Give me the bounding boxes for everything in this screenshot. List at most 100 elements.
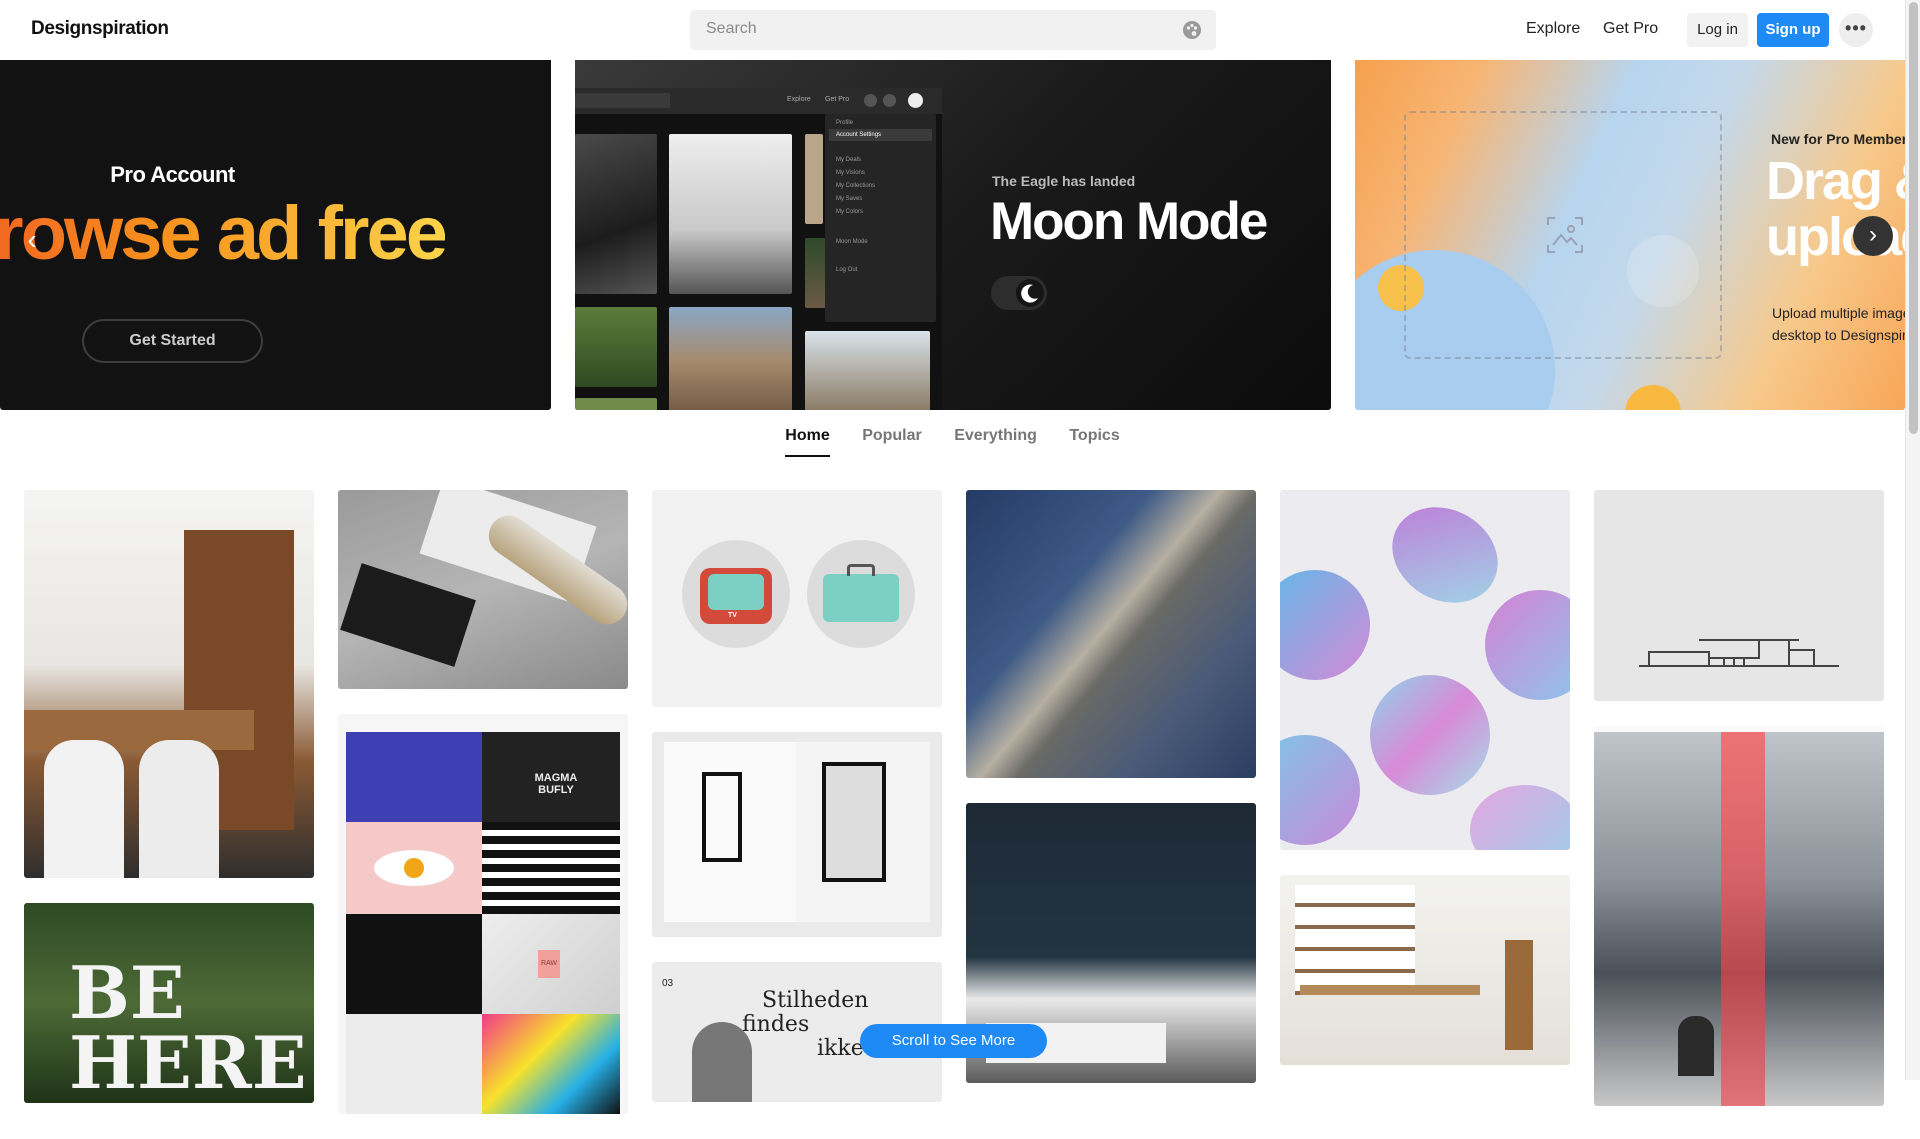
image-card[interactable]: MAGMA BUFLY RAW <box>338 714 628 1114</box>
preview-plus-icon <box>883 94 896 107</box>
preview-thumbnail <box>575 307 657 387</box>
dark-tile <box>346 914 482 1014</box>
image-card[interactable] <box>1594 726 1884 1106</box>
slide-description: Upload multiple images from your desktop… <box>1772 302 1905 346</box>
card-shape <box>340 563 476 667</box>
search-placeholder: Search <box>706 20 757 37</box>
image-card[interactable]: BE HERE <box>24 903 314 1103</box>
frame-shape <box>822 762 886 882</box>
preview-more-icon <box>864 94 877 107</box>
frame-shape <box>702 772 742 862</box>
image-card[interactable] <box>338 490 628 689</box>
more-options-button[interactable]: ••• <box>1839 13 1873 47</box>
tv-illustration: TV <box>682 540 790 648</box>
macaron-shape <box>1280 570 1370 680</box>
colorful-tile <box>482 1014 620 1114</box>
page-scrollbar[interactable] <box>1905 0 1920 1080</box>
grid-column: BE HERE <box>24 490 314 1128</box>
scrollbar-thumb[interactable] <box>1909 2 1918 434</box>
image-upload-icon <box>1547 217 1583 253</box>
slide-description-line: Upload multiple images from your <box>1772 305 1905 321</box>
tab-home[interactable]: Home <box>785 427 830 457</box>
suitcase-body <box>823 574 899 622</box>
search-input[interactable]: Search <box>690 10 1216 50</box>
macaron-shape <box>1470 785 1570 850</box>
tv-screen <box>708 574 764 610</box>
preview-menu-item: Moon Mode <box>836 239 868 245</box>
pink-tile <box>346 822 482 914</box>
macaron-shape <box>1485 590 1570 700</box>
preview-link: Explore <box>787 96 811 103</box>
grid-column <box>1594 490 1884 1131</box>
moon-mode-preview: Explore Get Pro Profile Account Settings… <box>575 88 942 410</box>
preview-thumbnail <box>575 134 657 294</box>
slide-title: Pro Account <box>110 162 235 187</box>
light-tile <box>346 1014 482 1114</box>
preview-menu-item: My Collections <box>836 183 876 189</box>
bookshelf-shape <box>1295 885 1415 995</box>
sculpture-shape <box>1505 940 1533 1050</box>
magazine-number: 03 <box>662 978 674 989</box>
signup-button[interactable]: Sign up <box>1757 13 1829 47</box>
preview-menu-item: My Saves <box>836 196 863 202</box>
slide-kicker: The Eagle has landed <box>992 173 1136 189</box>
preview-thumbnail <box>669 307 792 410</box>
grid-column <box>1280 490 1570 1090</box>
suitcase-handle <box>847 564 875 576</box>
image-card[interactable]: TV <box>652 490 942 707</box>
preview-thumbnail <box>805 331 930 410</box>
nav-get-pro[interactable]: Get Pro <box>1603 20 1658 38</box>
macaron-shape <box>1370 675 1490 795</box>
preview-menu-item: Profile <box>836 120 854 126</box>
image-card[interactable] <box>24 490 314 878</box>
desk-shape <box>1300 985 1480 995</box>
preview-dropdown-menu: Profile Account Settings My Deals My Vis… <box>825 114 936 322</box>
preview-link: Get Pro <box>825 96 850 103</box>
preview-menu-item: Account Settings <box>829 129 932 141</box>
get-started-button[interactable]: Get Started <box>82 319 263 363</box>
top-navbar: Designspiration Search Explore Get Pro L… <box>0 0 1905 60</box>
nav-explore[interactable]: Explore <box>1526 20 1580 38</box>
grid-column: MAGMA BUFLY RAW <box>338 490 628 1139</box>
slide-title: Moon Mode <box>990 192 1268 251</box>
suitcase-illustration <box>807 540 915 648</box>
tab-topics[interactable]: Topics <box>1069 427 1119 455</box>
chair-shape <box>139 740 219 878</box>
red-stripe <box>1721 732 1765 1106</box>
color-palette-icon[interactable] <box>1182 20 1202 40</box>
black-tile: MAGMA BUFLY <box>482 732 620 822</box>
portrait-shape <box>692 1022 752 1102</box>
image-card[interactable] <box>966 490 1256 778</box>
image-card[interactable] <box>652 732 942 937</box>
magazine-title: Stilheden <box>762 988 869 1013</box>
login-button[interactable]: Log in <box>1687 13 1748 47</box>
preview-search <box>575 93 670 108</box>
carousel-next-button[interactable]: › <box>1853 216 1893 256</box>
carousel-prev-button[interactable]: ‹ <box>14 223 50 259</box>
scroll-to-see-more-button[interactable]: Scroll to See More <box>860 1024 1047 1058</box>
house-illustration <box>1639 639 1839 667</box>
preview-thumbnail <box>805 134 823 224</box>
moon-icon <box>1016 279 1044 307</box>
logo[interactable]: Designspiration <box>31 18 169 40</box>
carousel-slide-moon-mode[interactable]: Explore Get Pro Profile Account Settings… <box>575 60 1331 410</box>
blue-cards-tile <box>346 732 482 822</box>
slide-headline: Browse ad free <box>0 190 448 277</box>
preview-menu-item: My Deals <box>836 157 862 163</box>
image-card[interactable] <box>1280 490 1570 850</box>
image-card[interactable] <box>1594 490 1884 701</box>
moon-mode-toggle[interactable] <box>991 276 1047 310</box>
tab-popular[interactable]: Popular <box>862 427 922 455</box>
yolk-shape <box>404 858 424 878</box>
preview-thumbnail <box>669 134 792 294</box>
slide-kicker: New for Pro Members <box>1771 131 1905 147</box>
grid-column <box>966 490 1256 1108</box>
carousel-slide-pro-account[interactable]: Pro Account Browse ad free Get Started <box>0 60 551 410</box>
image-card[interactable] <box>1280 875 1570 1065</box>
preview-menu-item: Log Out <box>836 267 858 273</box>
magazine-title: ikke <box>817 1036 864 1061</box>
preview-menu-item: My Colors <box>836 209 864 215</box>
tab-everything[interactable]: Everything <box>954 427 1037 455</box>
slide-title-line: Drag & <box>1766 151 1905 211</box>
carousel-slide-drag-upload[interactable]: New for Pro Members Drag & upload Upload… <box>1355 60 1905 410</box>
